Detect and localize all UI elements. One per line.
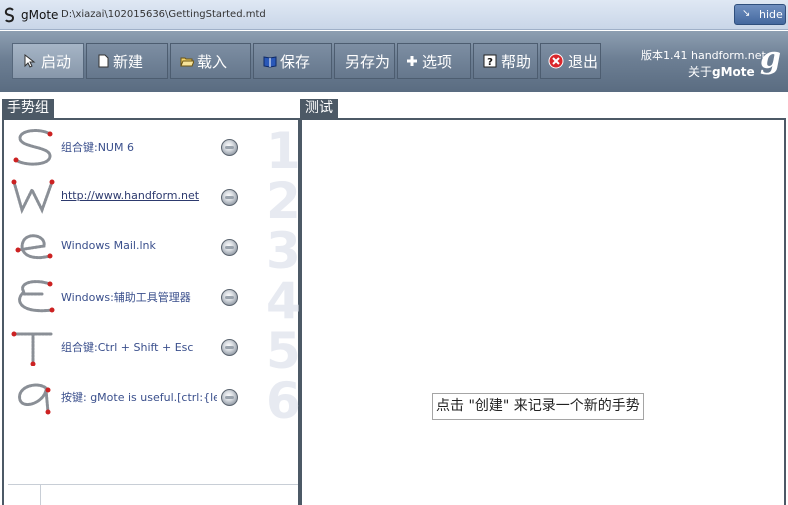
gesture-shape-icon xyxy=(18,280,55,313)
gesture-row[interactable]: 组合键:Ctrl + Shift + Esc 5 xyxy=(4,322,301,380)
gesture-row[interactable]: http://www.handform.net 2 xyxy=(4,172,301,230)
new-button[interactable]: 新建 xyxy=(86,43,168,79)
test-gesture-icon[interactable] xyxy=(221,239,238,256)
save-button-label: 保存 xyxy=(280,53,311,71)
about-prefix: 关于 xyxy=(688,65,713,79)
gesture-action-label: Windows:辅助工具管理器 xyxy=(61,291,191,304)
help-button-label: 帮助 xyxy=(501,53,532,71)
test-gesture-icon[interactable] xyxy=(221,139,238,156)
test-tab: 测试 xyxy=(300,99,338,118)
save-as-button[interactable]: 另存为 xyxy=(334,43,395,79)
gesture-shape-icon xyxy=(11,179,55,215)
load-button-label: 载入 xyxy=(197,53,228,71)
gesture-row[interactable]: Windows:辅助工具管理器 4 xyxy=(4,272,301,330)
options-button[interactable]: 选项 xyxy=(397,43,471,79)
create-hint-message: 点击 "创建" 来记录一个新的手势 xyxy=(432,393,644,420)
gesture-row[interactable]: Windows Mail.lnk 3 xyxy=(4,222,301,280)
gmote-logo-icon xyxy=(4,7,15,23)
start-button-label: 启动 xyxy=(41,53,72,71)
gesture-action-label: 组合键:NUM 6 xyxy=(61,141,134,154)
gesture-action-link[interactable]: http://www.handform.net xyxy=(61,189,217,202)
test-gesture-icon[interactable] xyxy=(221,189,238,206)
gesture-action-label: 按键: gMote is useful.[ctrl:{left} xyxy=(61,391,217,404)
gesture-row[interactable]: 组合键:NUM 61 xyxy=(4,122,301,180)
gesture-shape-icon xyxy=(18,383,51,415)
gesture-group-panel: 组合键:NUM 6 1 http://www.handform.net 2 Window… xyxy=(2,118,301,505)
test-gesture-icon[interactable] xyxy=(221,389,238,406)
save-as-button-label: 另存为 xyxy=(345,53,391,71)
title-bar: gMote D:\xiazai\102015636\GettingStarted… xyxy=(0,0,788,30)
gesture-group-tab: 手势组 xyxy=(2,99,54,118)
gesture-shape-icon xyxy=(15,234,53,259)
svg-text:?: ? xyxy=(487,57,493,68)
gesture-shape-icon xyxy=(11,331,54,366)
cursor-icon xyxy=(24,54,36,68)
gesture-action-label: 组合键:Ctrl + Shift + Esc xyxy=(61,341,194,354)
gesture-test-area[interactable]: 点击 "创建" 来记录一个新的手势 xyxy=(300,118,786,505)
about-app-name: gMote xyxy=(712,65,755,79)
toolbar: 启动 新建 载入 保存 另存为 选项 ? 帮助 退出 版本1.41 handfo… xyxy=(0,31,788,92)
gmote-brand-logo: g xyxy=(760,41,781,76)
gesture-shape-icon xyxy=(13,129,53,166)
test-gesture-icon[interactable] xyxy=(221,289,238,306)
new-button-label: 新建 xyxy=(113,53,144,71)
save-button[interactable]: 保存 xyxy=(253,43,332,79)
open-folder-icon xyxy=(180,57,194,67)
arrow-down-right-icon: ↘ xyxy=(742,8,751,19)
help-button[interactable]: ? 帮助 xyxy=(473,43,538,79)
book-icon xyxy=(263,56,277,68)
document-path: D:\xiazai\102015636\GettingStarted.mtd xyxy=(61,9,266,20)
hide-button[interactable]: ↘ hide xyxy=(734,4,786,25)
help-icon: ? xyxy=(483,54,497,68)
hide-button-label: hide xyxy=(759,8,783,21)
version-text: 版本1.41 handform.net xyxy=(641,49,766,62)
start-button[interactable]: 启动 xyxy=(12,43,84,79)
new-document-icon xyxy=(98,54,109,68)
exit-button-label: 退出 xyxy=(568,53,599,71)
test-gesture-icon[interactable] xyxy=(221,339,238,356)
exit-button[interactable]: 退出 xyxy=(540,43,601,79)
gesture-number: 6 xyxy=(266,372,301,430)
gesture-list-footer xyxy=(8,484,298,505)
options-button-label: 选项 xyxy=(422,53,453,71)
plus-icon xyxy=(407,56,417,66)
gesture-action-label: Windows Mail.lnk xyxy=(61,239,156,252)
load-button[interactable]: 载入 xyxy=(170,43,251,79)
about-link[interactable]: 关于gMote xyxy=(688,63,755,80)
footer-divider xyxy=(40,485,41,505)
exit-icon xyxy=(548,53,564,69)
gesture-row[interactable]: 按键: gMote is useful.[ctrl:{left} 6 xyxy=(4,372,301,430)
app-name: gMote xyxy=(21,8,59,22)
